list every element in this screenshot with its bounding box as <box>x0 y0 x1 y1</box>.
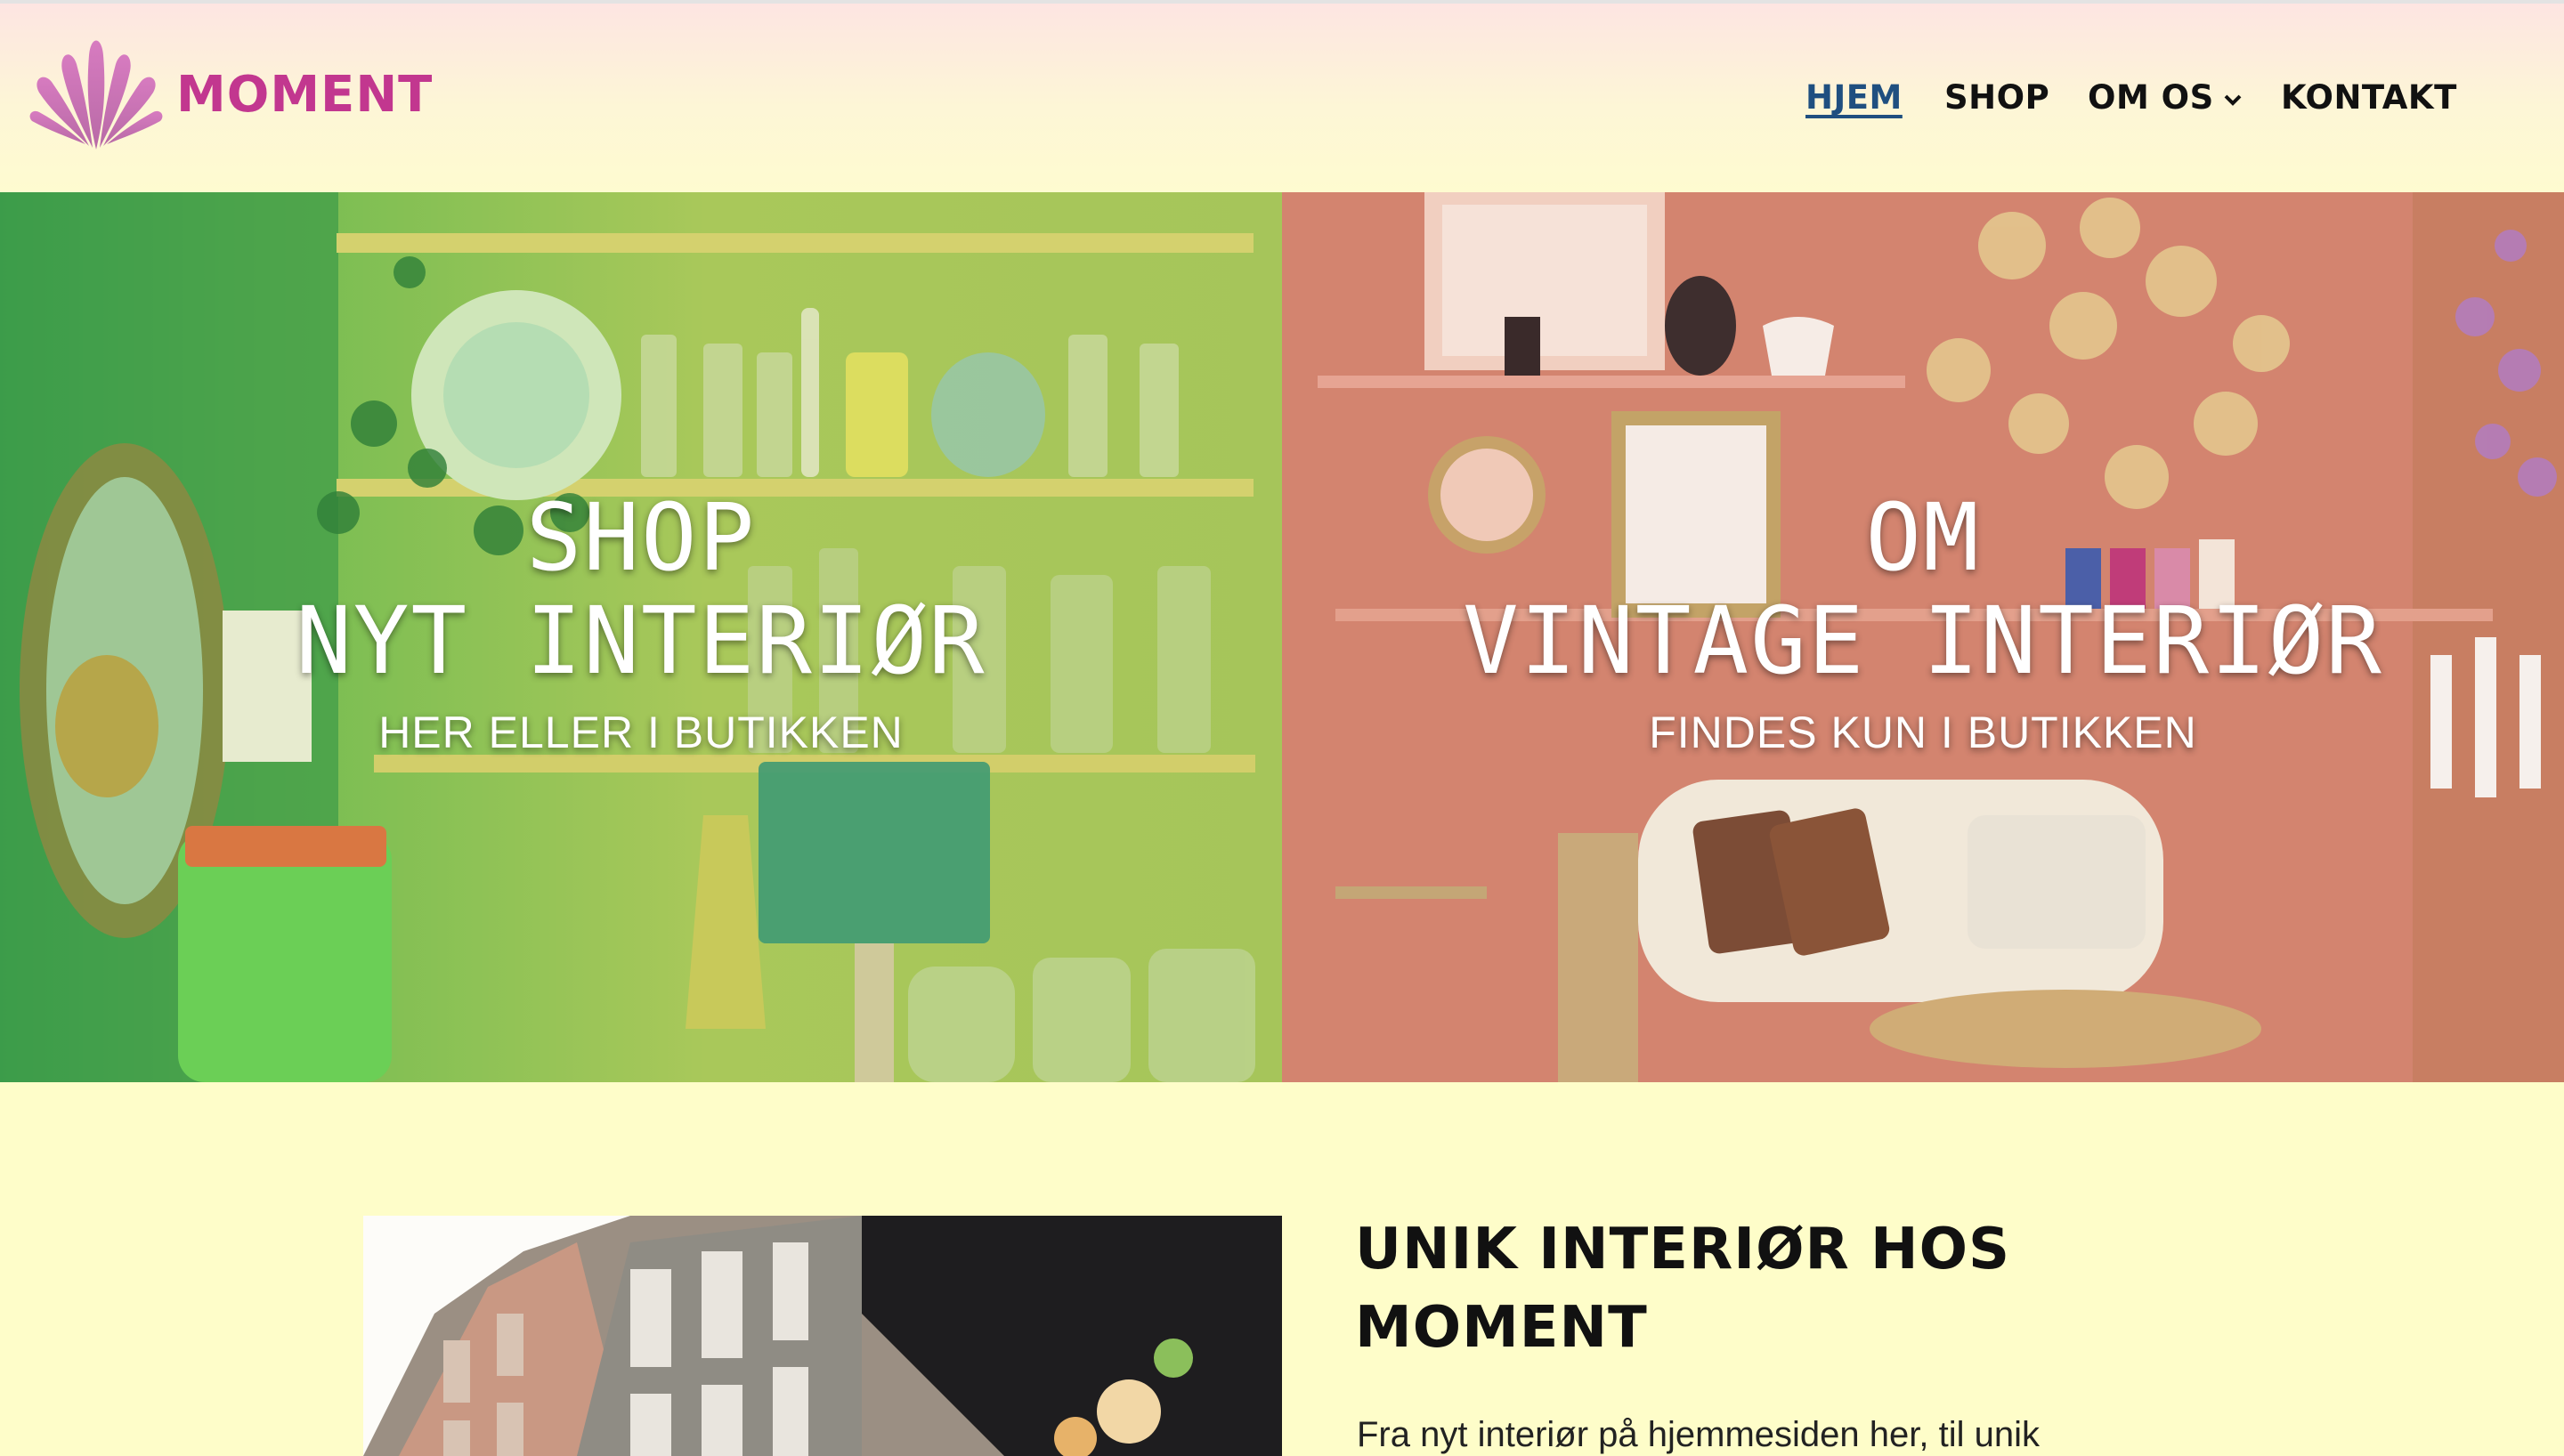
nav-item-kontakt[interactable]: KONTAKT <box>2281 78 2457 117</box>
nav-item-shop[interactable]: SHOP <box>1944 78 2049 117</box>
about-heading: UNIK INTERIØR HOS MOMENT <box>1355 1210 2156 1367</box>
hero-om-text: OM VINTAGE INTERIØR FINDES KUN I BUTIKKE… <box>1282 486 2564 758</box>
hero-om-title-line2: VINTAGE INTERIØR <box>1463 586 2383 695</box>
main-nav: HJEM SHOP OM OS KONTAKT <box>0 78 2564 132</box>
storefront-photo <box>363 1216 1282 1456</box>
hero-shop-title-line1: SHOP <box>525 483 757 592</box>
nav-item-hjem[interactable]: HJEM <box>1805 78 1903 117</box>
hero-section: SHOP NYT INTERIØR HER ELLER I BUTIKKEN O… <box>0 192 2564 1082</box>
about-heading-line1: UNIK INTERIØR HOS <box>1355 1217 2011 1282</box>
chevron-down-icon <box>2224 94 2242 106</box>
nav-item-om-os[interactable]: OM OS <box>2088 78 2243 117</box>
nav-item-om-os-label: OM OS <box>2088 78 2214 117</box>
hero-panel-shop[interactable]: SHOP NYT INTERIØR HER ELLER I BUTIKKEN <box>0 192 1282 1082</box>
hero-panel-om[interactable]: OM VINTAGE INTERIØR FINDES KUN I BUTIKKE… <box>1282 192 2564 1082</box>
about-text: Fra nyt interiør på hjemmesiden her, til… <box>1357 1415 2040 1454</box>
about-heading-line2: MOMENT <box>1355 1295 1648 1361</box>
storefront-image <box>363 1216 1282 1456</box>
hero-om-subtitle: FINDES KUN I BUTIKKEN <box>1649 708 2197 757</box>
hero-shop-text: SHOP NYT INTERIØR HER ELLER I BUTIKKEN <box>0 486 1282 758</box>
site-header: MOMENT HJEM SHOP OM OS KONTAKT <box>0 0 2564 192</box>
hero-shop-subtitle: HER ELLER I BUTIKKEN <box>378 708 904 757</box>
hero-shop-title-line2: NYT INTERIØR <box>296 586 986 695</box>
hero-om-title-line1: OM <box>1865 483 1981 592</box>
